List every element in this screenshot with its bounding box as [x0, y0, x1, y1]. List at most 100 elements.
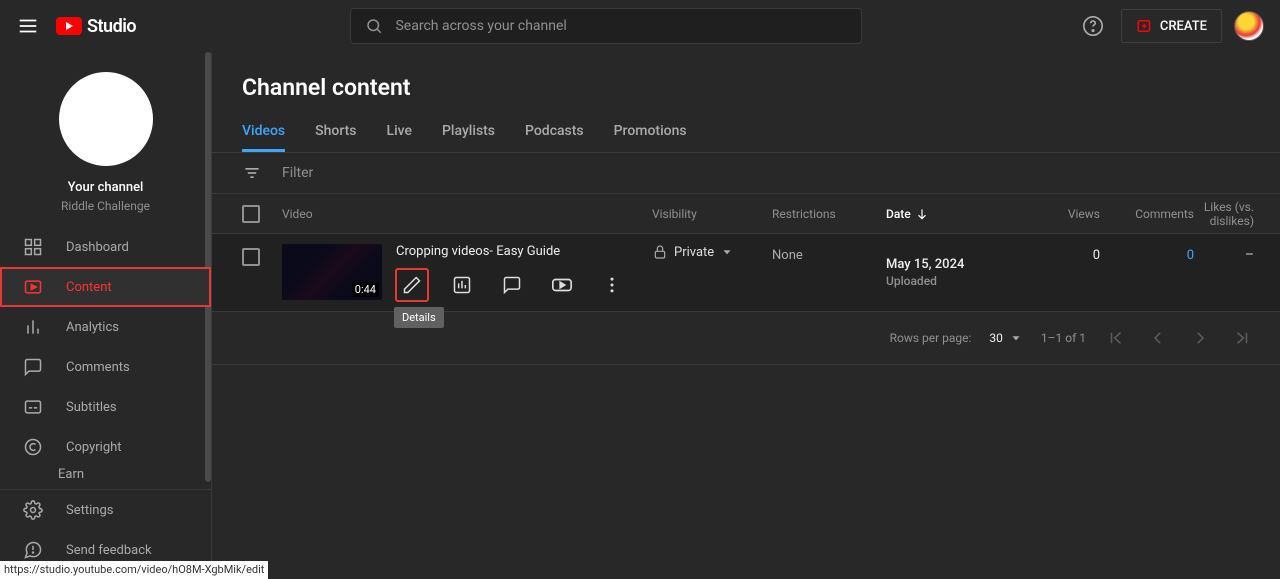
rows-per-page-label: Rows per page:: [890, 331, 972, 345]
lock-icon: [652, 244, 668, 260]
restrictions-value: None: [772, 248, 803, 263]
sort-down-icon: [915, 207, 929, 221]
filter-bar: [212, 153, 1280, 194]
page-range: 1–1 of 1: [1041, 331, 1086, 345]
details-tooltip: Details: [394, 307, 444, 328]
row-checkbox[interactable]: [242, 248, 260, 266]
col-video[interactable]: Video: [282, 207, 652, 221]
sidebar-item-comments[interactable]: Comments: [0, 347, 211, 387]
analytics-icon: [452, 275, 472, 295]
table-row[interactable]: 0:44 Cropping videos- Easy Guide: [212, 234, 1280, 312]
create-label: CREATE: [1160, 19, 1207, 34]
views-value: 0: [1093, 248, 1100, 263]
sidebar-item-subtitles[interactable]: Subtitles: [0, 387, 211, 427]
subtitles-icon: [22, 397, 44, 417]
sidebar-item-earn[interactable]: Earn: [0, 467, 211, 489]
youtube-studio-logo[interactable]: Studio: [56, 16, 136, 37]
video-duration: 0:44: [352, 282, 379, 297]
sidebar-item-content[interactable]: Content: [0, 267, 211, 307]
sidebar-item-label: Content: [66, 280, 112, 295]
first-page-button[interactable]: [1104, 326, 1128, 350]
search-icon: [365, 17, 383, 35]
tab-live[interactable]: Live: [387, 123, 412, 152]
col-likes[interactable]: Likes (vs. dislikes): [1194, 200, 1280, 228]
feedback-icon: [22, 540, 44, 560]
more-button[interactable]: [596, 269, 628, 301]
col-comments[interactable]: Comments: [1100, 207, 1194, 221]
prev-page-button[interactable]: [1146, 326, 1170, 350]
filter-input[interactable]: [282, 165, 460, 181]
sidebar: Your channel Riddle Challenge Dashboard …: [0, 52, 212, 561]
main-content: Channel content Videos Shorts Live Playl…: [212, 52, 1280, 561]
row-actions: Details: [396, 269, 638, 301]
filter-icon[interactable]: [242, 163, 262, 183]
date-status: Uploaded: [886, 274, 964, 288]
sidebar-item-label: Send feedback: [66, 543, 152, 558]
analytics-icon: [22, 317, 44, 337]
col-views[interactable]: Views: [1016, 207, 1100, 221]
chevron-down-icon: [1009, 331, 1023, 345]
sidebar-item-label: Subtitles: [66, 400, 117, 415]
comments-value[interactable]: 0: [1187, 248, 1194, 263]
youtube-play-icon: [56, 17, 82, 35]
sidebar-item-label: Comments: [66, 360, 130, 375]
analytics-button[interactable]: [446, 269, 478, 301]
gear-icon: [22, 500, 44, 520]
visibility-selector[interactable]: Private: [652, 244, 772, 260]
content-icon: [22, 277, 44, 297]
app-header: Studio CREATE: [0, 0, 1280, 52]
page-title: Channel content: [212, 52, 1280, 101]
date-value: May 15, 2024: [886, 257, 964, 272]
comments-button[interactable]: [496, 269, 528, 301]
comment-icon: [502, 275, 522, 295]
table-header: Video Visibility Restrictions Date Views…: [212, 194, 1280, 234]
likes-value: –: [1245, 247, 1254, 263]
col-date[interactable]: Date: [886, 207, 1016, 221]
sidebar-item-dashboard[interactable]: Dashboard: [0, 227, 211, 267]
dashboard-icon: [22, 237, 44, 257]
tab-playlists[interactable]: Playlists: [442, 123, 495, 152]
sidebar-item-label: Dashboard: [66, 240, 129, 255]
sidebar-item-settings[interactable]: Settings: [0, 490, 211, 530]
create-icon: [1136, 17, 1154, 35]
col-visibility[interactable]: Visibility: [652, 207, 772, 221]
content-tabs: Videos Shorts Live Playlists Podcasts Pr…: [212, 101, 1280, 153]
next-page-button[interactable]: [1188, 326, 1212, 350]
logo-text: Studio: [87, 16, 136, 37]
sidebar-item-label: Copyright: [66, 440, 122, 455]
more-vert-icon: [602, 275, 622, 295]
youtube-icon: [551, 274, 573, 296]
channel-name: Riddle Challenge: [61, 199, 150, 213]
create-button[interactable]: CREATE: [1121, 9, 1222, 43]
search-input[interactable]: [395, 18, 847, 34]
details-button[interactable]: [396, 269, 428, 301]
sidebar-item-analytics[interactable]: Analytics: [0, 307, 211, 347]
help-icon: [1082, 15, 1104, 37]
tab-videos[interactable]: Videos: [242, 123, 285, 152]
copyright-icon: [22, 437, 44, 457]
menu-button[interactable]: [16, 14, 40, 38]
chevron-down-icon: [720, 245, 734, 259]
channel-avatar[interactable]: [59, 72, 153, 166]
col-restrictions[interactable]: Restrictions: [772, 207, 886, 221]
sidebar-item-label: Analytics: [66, 320, 119, 335]
your-channel-label: Your channel: [68, 180, 144, 195]
help-button[interactable]: [1077, 10, 1109, 42]
rows-per-page-select[interactable]: 30: [989, 331, 1023, 345]
last-page-button[interactable]: [1230, 326, 1254, 350]
pencil-icon: [402, 275, 422, 295]
comments-icon: [22, 357, 44, 377]
video-thumbnail[interactable]: 0:44: [282, 244, 382, 300]
account-avatar[interactable]: [1234, 11, 1264, 41]
channel-block: Your channel Riddle Challenge: [0, 52, 211, 227]
tab-shorts[interactable]: Shorts: [315, 123, 356, 152]
search-box[interactable]: [350, 8, 862, 44]
sidebar-item-copyright[interactable]: Copyright: [0, 427, 211, 467]
status-bar-url: https://studio.youtube.com/video/hO8M-Xg…: [0, 561, 268, 579]
tab-promotions[interactable]: Promotions: [614, 123, 687, 152]
pagination: Rows per page: 30 1–1 of 1: [212, 312, 1280, 365]
select-all-checkbox[interactable]: [242, 205, 260, 223]
youtube-button[interactable]: [546, 269, 578, 301]
tab-podcasts[interactable]: Podcasts: [525, 123, 584, 152]
video-title[interactable]: Cropping videos- Easy Guide: [396, 244, 638, 259]
